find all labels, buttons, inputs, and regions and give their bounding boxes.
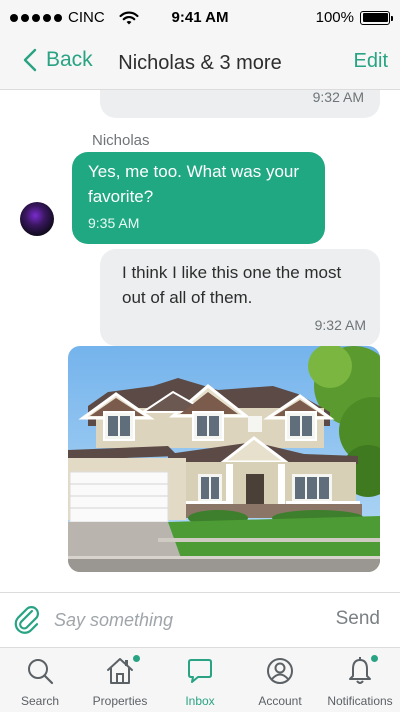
tab-label: Account	[258, 694, 302, 708]
conversation-title: Nicholas & 3 more	[118, 52, 282, 74]
message-timestamp: 9:35 AM	[88, 215, 140, 231]
tab-inbox[interactable]: Inbox	[160, 648, 240, 712]
message-bubble-outgoing[interactable]: 9:32 AM	[100, 90, 380, 118]
message-text: I think I like this one the most out of …	[122, 263, 342, 307]
battery-group: 100%	[315, 9, 393, 26]
paperclip-icon[interactable]	[14, 605, 42, 635]
message-timestamp: 9:32 AM	[312, 90, 364, 105]
message-bubble-incoming[interactable]: Yes, me too. What was your favorite? 9:3…	[72, 152, 325, 244]
tab-label: Inbox	[185, 694, 215, 708]
tab-bar: Search Properties Inbox Account Notifica…	[0, 647, 400, 712]
status-bar: CINC 9:41 AM 100%	[0, 0, 400, 36]
house-icon	[107, 658, 133, 684]
message-input[interactable]	[54, 593, 324, 647]
tab-label: Search	[20, 694, 60, 708]
notification-badge	[370, 654, 379, 663]
message-composer: Send	[0, 592, 400, 647]
battery-icon	[360, 10, 393, 25]
notification-badge	[132, 654, 141, 663]
tab-properties[interactable]: Properties	[80, 648, 160, 712]
tab-label: Properties	[92, 694, 148, 708]
send-button[interactable]: Send	[336, 608, 380, 630]
navigation-bar: Back Nicholas & 3 more Edit	[0, 36, 400, 90]
search-icon	[28, 659, 54, 685]
chat-bubble-icon	[188, 659, 212, 683]
message-timestamp: 9:32 AM	[314, 317, 366, 333]
sender-name: Nicholas	[92, 132, 150, 149]
edit-button[interactable]: Edit	[354, 50, 388, 73]
house-image	[68, 346, 380, 572]
house-photo[interactable]	[68, 346, 380, 572]
battery-percent: 100%	[315, 9, 354, 26]
tab-search[interactable]: Search	[0, 648, 80, 712]
tab-notifications[interactable]: Notifications	[320, 648, 400, 712]
message-bubble-outgoing[interactable]: I think I like this one the most out of …	[100, 249, 380, 346]
tab-account[interactable]: Account	[240, 648, 320, 712]
user-icon	[267, 658, 293, 684]
avatar[interactable]	[20, 202, 54, 236]
message-text: Yes, me too. What was your favorite?	[88, 162, 300, 206]
tab-label: Notifications	[327, 694, 393, 708]
message-list[interactable]: 9:32 AM Nicholas Yes, me too. What was y…	[0, 90, 400, 592]
